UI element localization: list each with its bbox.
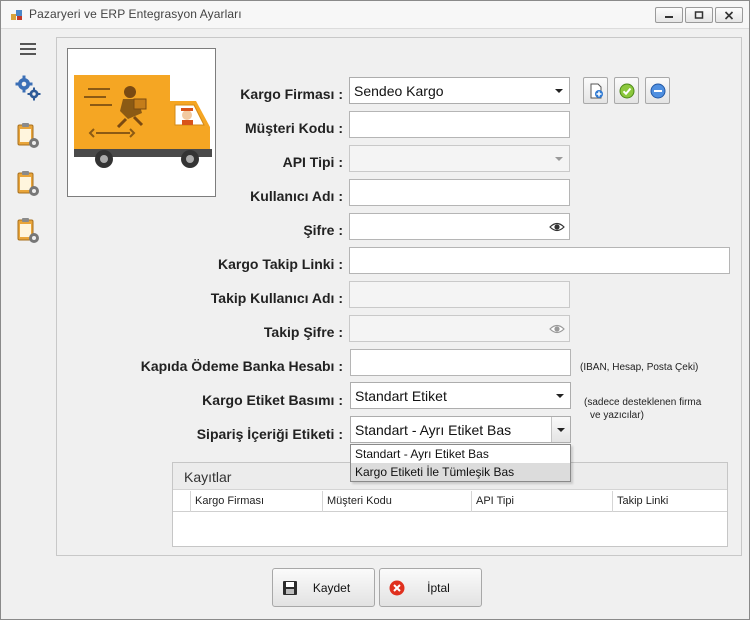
close-icon	[724, 10, 734, 20]
minimize-icon	[665, 16, 673, 18]
api-tipi-label: API Tipi :	[282, 154, 343, 170]
new-document-icon	[590, 83, 603, 98]
kullanici-adi-input[interactable]	[349, 179, 570, 206]
siparis-icerigi-etiketi-value: Standart - Ayrı Etiket Bas	[355, 422, 512, 438]
clipboard-settings-icon[interactable]	[14, 170, 42, 198]
sidebar	[1, 30, 55, 620]
column-header[interactable]: Takip Linki	[612, 491, 727, 512]
kargo-etiket-basimi-value: Standart Etiket	[355, 388, 447, 404]
main-window: Pazaryeri ve ERP Entegrasyon Ayarları Ka…	[0, 0, 750, 620]
siparis-icerigi-etiketi-select[interactable]: Standart - Ayrı Etiket Bas	[350, 416, 571, 443]
musteri-kodu-label: Müşteri Kodu :	[245, 120, 343, 136]
musteri-kodu-input[interactable]	[349, 111, 570, 138]
eye-icon[interactable]	[549, 323, 565, 335]
siparis-icerigi-etiketi-label: Sipariş İçeriği Etiketi :	[196, 426, 343, 442]
takip-sifre-input[interactable]	[349, 315, 570, 342]
records-grid-header: Kargo Firması Müşteri Kodu API Tipi Taki…	[173, 491, 727, 512]
check-icon	[619, 83, 634, 98]
takip-sifre-label: Takip Şifre :	[263, 324, 343, 340]
kapida-odeme-label: Kapıda Ödeme Banka Hesabı :	[140, 358, 343, 374]
kargo-etiket-note-1: (sadece desteklenen firma	[584, 397, 702, 408]
title-bar: Pazaryeri ve ERP Entegrasyon Ayarları	[1, 1, 749, 29]
chevron-down-icon	[557, 428, 565, 432]
kargo-firmasi-label: Kargo Firması :	[240, 86, 343, 102]
app-icon	[11, 10, 22, 20]
chevron-down-icon	[555, 157, 563, 161]
sifre-label: Şifre :	[303, 222, 343, 238]
dropdown-option[interactable]: Kargo Etiketi İle Tümleşik Bas	[351, 463, 570, 481]
remove-button[interactable]	[645, 77, 670, 104]
maximize-icon	[694, 11, 704, 19]
clipboard-settings-icon[interactable]	[14, 217, 42, 245]
clipboard-settings-icon[interactable]	[14, 122, 42, 150]
takip-kullanici-adi-label: Takip Kullanıcı Adı :	[210, 290, 343, 306]
menu-icon[interactable]	[20, 43, 36, 58]
cargo-logo	[67, 48, 216, 197]
save-button-label: Kaydet	[312, 581, 351, 595]
chevron-down-icon	[556, 394, 564, 398]
save-button[interactable]: Kaydet	[272, 568, 375, 607]
siparis-icerigi-dropdown-list: Standart - Ayrı Etiket Bas Kargo Etiketi…	[350, 444, 571, 482]
kapida-odeme-note: (IBAN, Hesap, Posta Çeki)	[580, 362, 699, 373]
kapida-odeme-input[interactable]	[350, 349, 571, 376]
kargo-etiket-note-2: ve yazıcılar)	[590, 410, 644, 421]
kullanici-adi-label: Kullanıcı Adı :	[250, 188, 343, 204]
delivery-truck-icon	[74, 75, 212, 168]
cancel-button[interactable]: İptal	[379, 568, 482, 607]
sifre-input[interactable]	[349, 213, 570, 240]
kargo-takip-linki-input[interactable]	[349, 247, 730, 274]
column-header[interactable]: API Tipi	[471, 491, 612, 512]
eye-icon[interactable]	[549, 221, 565, 233]
column-header[interactable]: Kargo Firması	[190, 491, 322, 512]
minimize-button[interactable]	[655, 7, 683, 23]
dropdown-toggle[interactable]	[551, 417, 570, 442]
kargo-takip-linki-label: Kargo Takip Linki :	[218, 256, 343, 272]
kargo-etiket-basimi-select[interactable]: Standart Etiket	[350, 382, 571, 409]
kargo-firmasi-value: Sendeo Kargo	[354, 83, 444, 99]
window-title: Pazaryeri ve ERP Entegrasyon Ayarları	[29, 7, 242, 21]
column-header[interactable]: Müşteri Kodu	[322, 491, 471, 512]
row-header-cell	[173, 491, 190, 512]
chevron-down-icon	[555, 89, 563, 93]
close-button[interactable]	[715, 7, 743, 23]
kargo-etiket-basimi-label: Kargo Etiket Basımı :	[202, 392, 343, 408]
api-tipi-select[interactable]	[349, 145, 570, 172]
dropdown-option[interactable]: Standart - Ayrı Etiket Bas	[351, 445, 570, 463]
settings-gears-icon[interactable]	[14, 74, 42, 102]
cancel-button-label: İptal	[427, 581, 450, 595]
takip-kullanici-adi-input[interactable]	[349, 281, 570, 308]
add-record-button[interactable]	[583, 77, 608, 104]
minus-icon	[650, 83, 665, 98]
kargo-firmasi-select[interactable]: Sendeo Kargo	[349, 77, 570, 104]
confirm-button[interactable]	[614, 77, 639, 104]
maximize-button[interactable]	[685, 7, 713, 23]
